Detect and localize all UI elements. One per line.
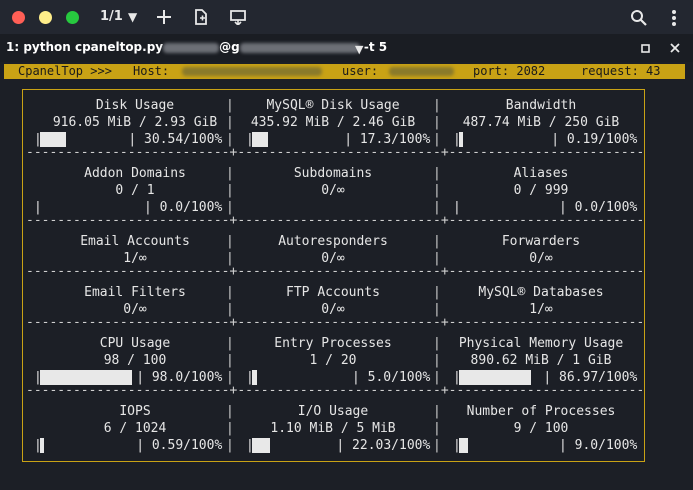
column-divider: |: [433, 115, 441, 130]
stat-value: 0 / 999: [513, 183, 569, 198]
column-divider: |: [433, 421, 441, 436]
stat-title: Bandwidth: [505, 98, 577, 113]
stat-title: MySQL® Disk Usage: [266, 98, 400, 113]
stat-value: 6 / 1024: [103, 421, 167, 436]
brand-label: CpanelTop >>>: [18, 64, 112, 78]
new-tab-icon[interactable]: [193, 8, 209, 26]
column-divider: |: [433, 353, 441, 368]
status-bar: CpanelTop >>> Host: user: port: 2082 req…: [4, 64, 685, 79]
request-label: request: 43: [581, 64, 661, 78]
stat-value: 1.10 MiB / 5 MiB: [270, 421, 396, 436]
chevron-down-icon[interactable]: ▼: [355, 41, 363, 59]
column-divider: |: [433, 438, 441, 453]
stat-title: Autoresponders: [278, 234, 388, 249]
column-divider: |: [433, 285, 441, 300]
host-label: Host:: [133, 64, 170, 78]
user-label: user:: [342, 64, 379, 78]
column-divider: |: [433, 166, 441, 181]
stat-value: 890.62 MiB / 1 GiB: [470, 353, 612, 368]
stat-title: Email Accounts: [80, 234, 190, 249]
stat-value: 0/∞: [321, 183, 345, 198]
stat-title: MySQL® Databases: [478, 285, 604, 300]
progress-percent: | 9.0/100%: [559, 438, 638, 453]
column-divider: |: [226, 115, 234, 130]
terminal-tab[interactable]: 1: python cpaneltop.py @g -t 5 ▼: [0, 34, 693, 62]
column-divider: |: [226, 183, 234, 198]
column-divider: |: [226, 353, 234, 368]
kebab-menu-icon[interactable]: [671, 9, 677, 27]
tab-counter[interactable]: 1/1: [100, 9, 123, 24]
stat-value: 487.74 MiB / 250 GiB: [462, 115, 620, 130]
title-bar: 1/1 ▼: [0, 0, 693, 34]
stat-value: 435.92 MiB / 2.46 GiB: [250, 115, 416, 130]
stat-title: Forwarders: [501, 234, 581, 249]
stat-value: 0 / 1: [115, 183, 155, 198]
stat-title: Physical Memory Usage: [458, 336, 624, 351]
stat-title: CPU Usage: [99, 336, 171, 351]
close-window-button[interactable]: [12, 11, 25, 24]
column-divider: |: [433, 183, 441, 198]
stat-title: FTP Accounts: [286, 285, 380, 300]
progress-bar-fill: [459, 438, 468, 453]
column-divider: |: [226, 438, 234, 453]
column-divider: |: [433, 98, 441, 113]
row-divider: --------------------------+-------------…: [26, 145, 642, 160]
row-divider: --------------------------+-------------…: [26, 315, 642, 330]
close-icon[interactable]: [670, 43, 680, 53]
stat-title: Entry Processes: [274, 336, 392, 351]
chevron-down-icon[interactable]: ▼: [128, 8, 137, 26]
stat-value: 9 / 100: [513, 421, 569, 436]
plus-icon[interactable]: [156, 9, 172, 25]
column-divider: |: [226, 166, 234, 181]
stat-title: Email Filters: [84, 285, 186, 300]
stat-title: Aliases: [513, 166, 569, 181]
progress-percent: | 0.59/100%: [136, 438, 223, 453]
progress-bar-fill: [252, 438, 270, 453]
column-divider: |: [226, 98, 234, 113]
column-divider: |: [226, 234, 234, 249]
progress-percent: | 22.03/100%: [336, 438, 431, 453]
stat-title: Addon Domains: [84, 166, 186, 181]
maximize-icon[interactable]: [641, 44, 650, 53]
port-label: port: 2082: [473, 64, 546, 78]
stat-value: 1 / 20: [309, 353, 357, 368]
row-divider: --------------------------+-------------…: [26, 264, 642, 279]
column-divider: |: [433, 404, 441, 419]
split-icon[interactable]: [229, 9, 247, 25]
column-divider: |: [226, 336, 234, 351]
column-divider: |: [226, 421, 234, 436]
stat-title: Number of Processes: [466, 404, 616, 419]
stat-value: 98 / 100: [103, 353, 167, 368]
stat-title: IOPS: [119, 404, 151, 419]
column-divider: |: [433, 336, 441, 351]
tab-title[interactable]: 1: python cpaneltop.py @g -t 5: [6, 40, 387, 54]
progress-bar-fill: [40, 438, 44, 453]
search-icon[interactable]: [630, 9, 647, 26]
column-divider: |: [226, 285, 234, 300]
zoom-window-button[interactable]: [66, 11, 79, 24]
stat-value: 916.05 MiB / 2.93 GiB: [52, 115, 218, 130]
minimize-window-button[interactable]: [39, 11, 52, 24]
row-divider: --------------------------+-------------…: [26, 383, 642, 398]
stat-title: Subdomains: [293, 166, 373, 181]
column-divider: |: [226, 404, 234, 419]
stat-title: I/O Usage: [297, 404, 369, 419]
row-divider: --------------------------+-------------…: [26, 213, 642, 228]
column-divider: |: [433, 234, 441, 249]
stat-title: Disk Usage: [95, 98, 175, 113]
